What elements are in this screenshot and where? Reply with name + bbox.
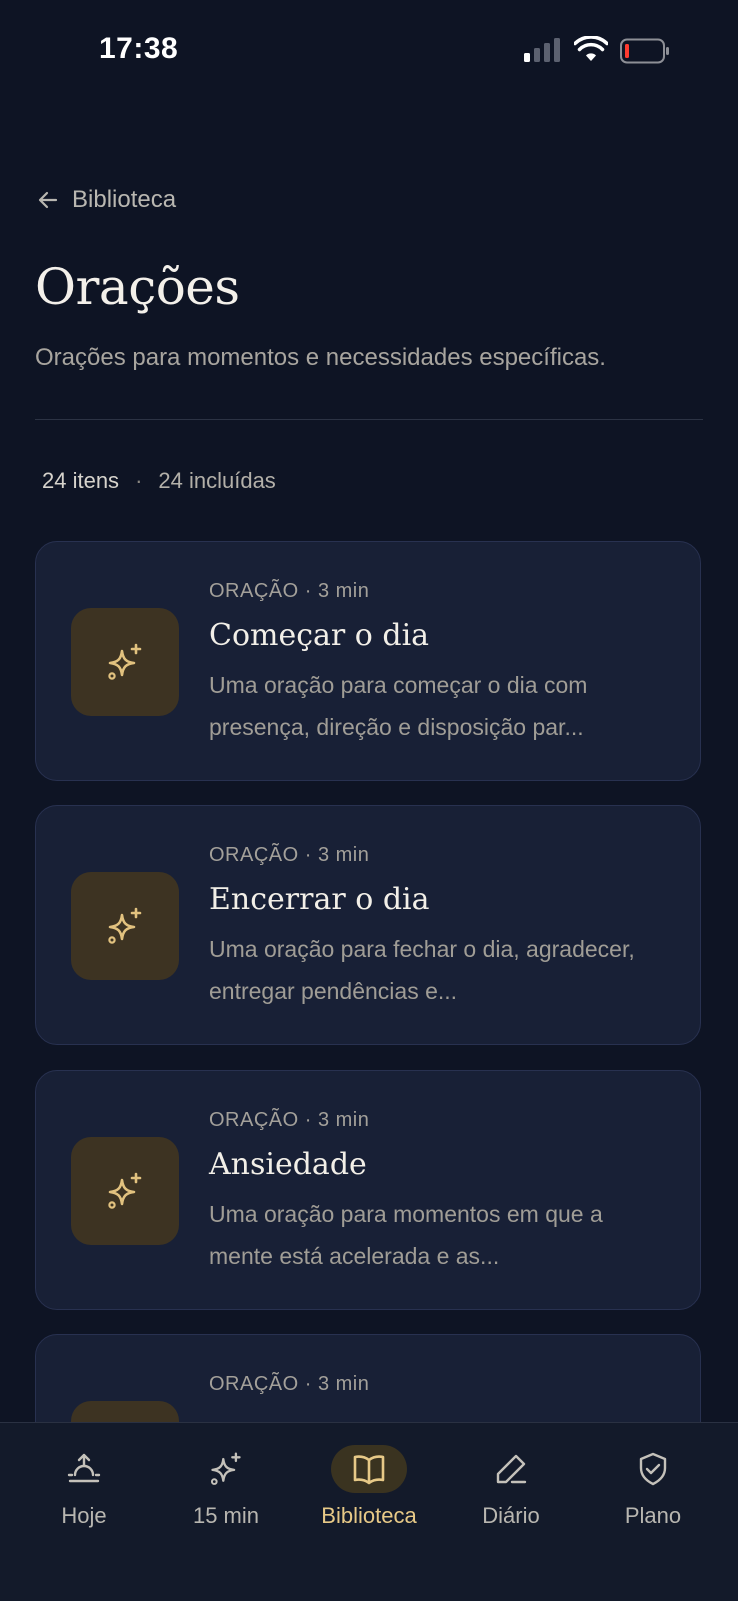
header-divider <box>35 419 703 420</box>
pencil-icon <box>496 1454 527 1484</box>
back-label: Biblioteca <box>72 186 177 213</box>
card-title: Encerrar o dia <box>209 882 430 917</box>
shield-check-icon <box>639 1452 667 1486</box>
card-kicker: ORAÇÃO · 3 min <box>209 1373 370 1395</box>
tab-label: 15 min <box>192 1503 260 1528</box>
prayer-card[interactable]: ORAÇÃO · 3 min Ansiedade Uma oração para… <box>35 1070 701 1310</box>
status-bar: 17:38 <box>0 0 738 100</box>
tab-bar: Hoje 15 min Biblioteca Diário Plano <box>0 1422 738 1601</box>
card-description: Uma oração para fechar o dia, agradecer,… <box>209 936 635 1004</box>
card-description: Uma oração para começar o dia com presen… <box>209 672 588 740</box>
tab-biblioteca[interactable]: Biblioteca <box>304 1423 434 1543</box>
page-subtitle: Orações para momentos e necessidades esp… <box>35 344 606 371</box>
cellular-signal-icon <box>524 38 562 62</box>
prayer-card[interactable]: ORAÇÃO · 3 min Encerrar o dia Uma oração… <box>35 805 701 1045</box>
tab-hoje[interactable]: Hoje <box>19 1423 149 1543</box>
sunrise-icon <box>67 1453 101 1483</box>
icon-tile <box>71 872 179 980</box>
tab-15-min[interactable]: 15 min <box>161 1423 291 1543</box>
tab-label: Plano <box>624 1503 682 1528</box>
battery-icon <box>620 38 669 64</box>
card-title: Começar o dia <box>209 618 430 653</box>
list-meta: 24 itens · 24 incluídas <box>42 468 276 494</box>
card-description: Uma oração para momentos em que a mente … <box>209 1201 603 1269</box>
back-link[interactable]: Biblioteca <box>36 186 176 214</box>
sparkles-icon <box>108 643 142 680</box>
prayer-card[interactable]: ORAÇÃO · 3 min Começar o dia Uma oração … <box>35 541 701 781</box>
sparkles-icon <box>108 907 142 944</box>
tab-plano[interactable]: Plano <box>588 1423 718 1543</box>
wifi-icon <box>574 36 608 61</box>
card-kicker: ORAÇÃO · 3 min <box>209 844 370 866</box>
sparkles-icon <box>108 1172 142 1209</box>
tab-diario[interactable]: Diário <box>446 1423 576 1543</box>
status-time: 17:38 <box>99 32 179 65</box>
page-title: Orações <box>35 258 240 316</box>
included-count: 24 incluídas <box>158 468 276 493</box>
open-book-icon <box>353 1455 385 1485</box>
item-count: 24 itens <box>42 468 120 493</box>
tab-label: Diário <box>482 1503 540 1528</box>
tab-label: Hoje <box>61 1503 107 1528</box>
card-title: Ansiedade <box>209 1147 367 1182</box>
card-kicker: ORAÇÃO · 3 min <box>209 1109 370 1131</box>
arrow-left-icon <box>38 191 58 209</box>
card-kicker: ORAÇÃO · 3 min <box>209 580 370 602</box>
icon-tile <box>71 608 179 716</box>
icon-tile <box>71 1137 179 1245</box>
sparkles-icon <box>210 1452 241 1485</box>
meta-separator: · <box>135 468 143 493</box>
tab-label: Biblioteca <box>321 1503 417 1528</box>
